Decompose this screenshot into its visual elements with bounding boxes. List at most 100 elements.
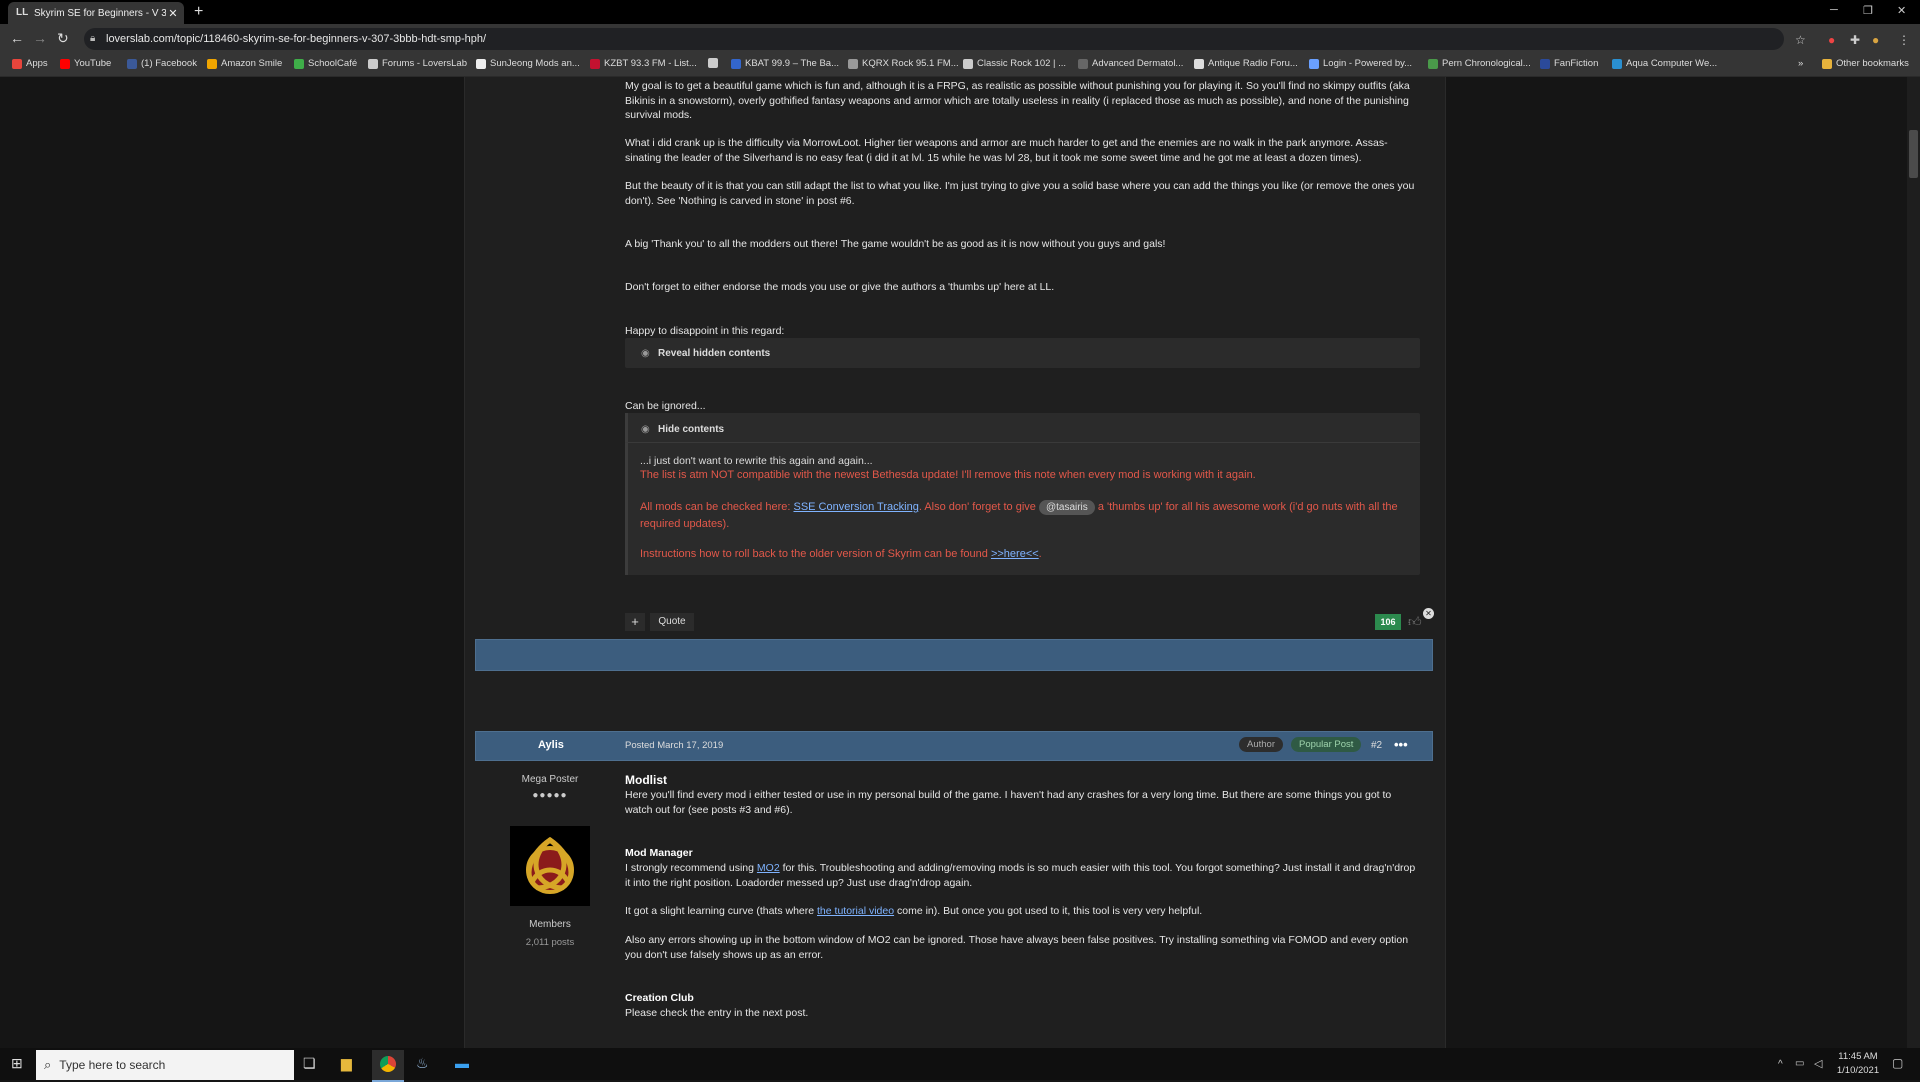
more-bookmarks-icon[interactable]: »: [1798, 58, 1803, 69]
menu-icon[interactable]: ⋮: [1898, 33, 1910, 47]
text: It got a slight learning curve (thats wh…: [625, 905, 818, 917]
clock-time[interactable]: 11:45 AM: [1834, 1051, 1882, 1062]
forward-icon[interactable]: →: [33, 30, 47, 46]
triquetra-icon: [526, 836, 574, 894]
bookmark-label: Amazon Smile: [221, 58, 283, 69]
bookmark-item[interactable]: Amazon Smile: [207, 58, 282, 69]
other-bookmarks[interactable]: Other bookmarks: [1822, 58, 1909, 69]
post-paragraph: I strongly recommend using MO2 for this.…: [625, 861, 1420, 890]
bookmark-item[interactable]: YouTube: [60, 58, 111, 69]
post-paragraph: Can be ignored...: [625, 400, 706, 412]
browser-tab[interactable]: LL Skyrim SE for Beginners - V 3.0.7 ✕: [8, 2, 184, 24]
bookmark-label: Classic Rock 102 | ...: [977, 58, 1067, 69]
scrollbar[interactable]: [1907, 77, 1920, 1048]
author-name[interactable]: Aylis: [538, 739, 564, 751]
steam-icon[interactable]: ♨: [416, 1055, 429, 1072]
bookmark-favicon-icon: [731, 58, 741, 69]
bookmark-item[interactable]: Apps: [12, 58, 48, 69]
minimize-icon[interactable]: ─: [1830, 4, 1838, 16]
post-paragraph: But the beauty of it is that you can sti…: [625, 180, 1415, 207]
bookmark-favicon-icon: [1078, 58, 1088, 69]
bookmark-label: Forums - LoversLab: [382, 58, 468, 69]
tray-chevron-icon[interactable]: ^: [1778, 1059, 1783, 1070]
bookmark-item[interactable]: FanFiction: [1540, 58, 1598, 69]
eye-icon: ◉: [641, 348, 650, 359]
bookmark-label: Apps: [26, 58, 48, 69]
user-group: Members: [529, 919, 571, 930]
post-number[interactable]: #2: [1371, 740, 1382, 751]
bookmark-item[interactable]: Aqua Computer We...: [1612, 58, 1717, 69]
restore-icon[interactable]: ❐: [1863, 4, 1873, 17]
tab-strip: [0, 0, 1920, 24]
reload-icon[interactable]: ↻: [57, 30, 69, 47]
window-close-icon[interactable]: ✕: [1897, 4, 1906, 17]
bookmark-item[interactable]: KZBT 93.3 FM - List...: [590, 58, 697, 69]
bookmark-item[interactable]: (1) Facebook: [127, 58, 197, 69]
bookmark-label: Advanced Dermatol...: [1092, 58, 1184, 69]
reveal-label[interactable]: Reveal hidden contents: [658, 348, 770, 359]
bookmark-item[interactable]: SunJeong Mods an...: [476, 58, 580, 69]
new-tab-button[interactable]: +: [194, 3, 203, 21]
url-text[interactable]: loverslab.com/topic/118460-skyrim-se-for…: [106, 33, 486, 45]
bookmark-item[interactable]: Antique Radio Foru...: [1194, 58, 1298, 69]
clock-date[interactable]: 1/10/2021: [1834, 1065, 1882, 1076]
task-view-icon[interactable]: ❏: [303, 1055, 316, 1072]
star-icon[interactable]: ☆: [1795, 33, 1806, 47]
volume-icon[interactable]: ◁: [1814, 1057, 1822, 1070]
post-date: Posted March 17, 2019: [625, 740, 724, 751]
add-button[interactable]: +: [625, 613, 645, 631]
post-header: [475, 731, 1433, 761]
bookmark-favicon-icon: [1428, 58, 1438, 69]
bookmark-item[interactable]: KBAT 99.9 – The Ba...: [731, 58, 839, 69]
bookmark-label: KQRX Rock 95.1 FM...: [862, 58, 959, 69]
mention-tasairis[interactable]: @tasairis: [1038, 500, 1095, 515]
bookmark-label: KBAT 99.9 – The Ba...: [745, 58, 840, 69]
scrollbar-thumb[interactable]: [1909, 130, 1918, 178]
bookmark-favicon-icon: [1194, 58, 1204, 69]
bookmark-label: YouTube: [74, 58, 112, 69]
bookmark-favicon-icon: [590, 58, 600, 69]
thumbs-up-icon[interactable]: 👍︎: [1408, 614, 1422, 630]
bookmark-item[interactable]: Forums - LoversLab: [368, 58, 467, 69]
post-paragraph: Here you'll find every mod i either test…: [625, 789, 1392, 816]
author-badge: Author: [1239, 737, 1283, 752]
tutorial-video-link[interactable]: the tutorial video: [817, 905, 894, 917]
bookmark-item[interactable]: Classic Rock 102 | ...: [963, 58, 1066, 69]
reaction-count[interactable]: 106: [1375, 614, 1401, 630]
file-explorer-icon[interactable]: ▆: [341, 1055, 352, 1072]
post-paragraph: My goal is to get a beautiful game which…: [625, 80, 1410, 121]
back-icon[interactable]: ←: [10, 30, 24, 46]
search-icon: ⌕: [44, 1057, 52, 1072]
bookmark-favicon-icon: [708, 58, 718, 68]
profile-avatar[interactable]: ●: [1872, 33, 1879, 47]
bookmark-item[interactable]: Login - Powered by...: [1309, 58, 1412, 69]
bookmark-label: Antique Radio Foru...: [1208, 58, 1298, 69]
sse-tracking-link[interactable]: SSE Conversion Tracking: [793, 501, 918, 513]
close-icon[interactable]: ✕: [1423, 608, 1434, 619]
taskbar-search[interactable]: ⌕ Type here to search: [36, 1050, 294, 1080]
post-paragraph: Don't forget to either endorse the mods …: [625, 281, 1055, 293]
hide-label[interactable]: Hide contents: [658, 424, 724, 435]
network-icon[interactable]: ▭: [1795, 1058, 1804, 1069]
bookmark-item[interactable]: SchoolCafé: [294, 58, 357, 69]
bookmark-item[interactable]: Advanced Dermatol...: [1078, 58, 1183, 69]
tab-close-icon[interactable]: ✕: [166, 7, 180, 20]
search-placeholder: Type here to search: [59, 1058, 166, 1072]
extension-icon[interactable]: ●: [1828, 33, 1835, 47]
bookmark-item[interactable]: Pern Chronological...: [1428, 58, 1531, 69]
quote-button[interactable]: Quote: [650, 613, 694, 631]
more-options-icon[interactable]: •••: [1394, 737, 1408, 752]
notifications-icon[interactable]: ▢: [1892, 1056, 1903, 1070]
rollback-link[interactable]: >>here<<: [991, 548, 1039, 560]
mo2-link[interactable]: MO2: [757, 862, 780, 874]
chrome-taskbar-button[interactable]: [372, 1050, 404, 1082]
bookmark-item[interactable]: KQRX Rock 95.1 FM...: [848, 58, 959, 69]
puzzle-icon[interactable]: ✚: [1850, 33, 1860, 47]
windows-start-icon[interactable]: ⊞: [11, 1055, 23, 1072]
bookmark-favicon-icon: [848, 58, 858, 69]
app-icon[interactable]: ▬: [455, 1055, 469, 1071]
bookmark-favicon-icon: [1540, 58, 1550, 69]
avatar[interactable]: [510, 826, 590, 906]
bookmark-item[interactable]: [708, 58, 722, 68]
bookmark-favicon-icon: [1612, 58, 1622, 69]
